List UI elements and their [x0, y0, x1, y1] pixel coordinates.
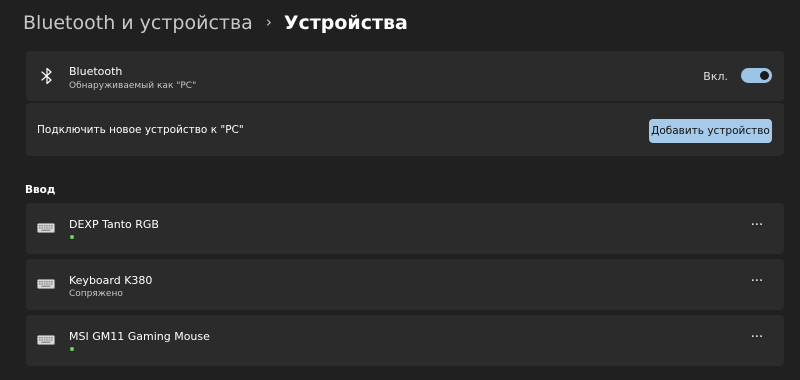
bluetooth-subtitle: Обнаруживаемый как "PC": [69, 81, 197, 91]
keyboard-icon: [37, 223, 55, 233]
device-row[interactable]: MSI GM11 Gaming Mouse ···: [26, 315, 784, 366]
more-options-button[interactable]: ···: [748, 275, 766, 292]
breadcrumb-parent-link[interactable]: Bluetooth и устройства: [23, 12, 253, 34]
add-device-text: Подключить новое устройство к "PC": [37, 124, 244, 136]
connected-status-dot: [70, 235, 74, 239]
connected-status-dot: [70, 347, 74, 351]
add-device-button[interactable]: Добавить устройство: [649, 119, 772, 143]
toggle-knob: [760, 71, 769, 80]
device-row[interactable]: DEXP Tanto RGB ···: [26, 203, 784, 254]
bluetooth-title: Bluetooth: [69, 65, 123, 78]
keyboard-icon: [37, 279, 55, 289]
page-title: Устройства: [283, 12, 408, 34]
device-name: Keyboard K380: [69, 274, 153, 287]
keyboard-icon: [37, 335, 55, 345]
device-status: Сопряжено: [69, 289, 123, 299]
device-name: MSI GM11 Gaming Mouse: [69, 330, 210, 343]
device-name: DEXP Tanto RGB: [69, 218, 159, 231]
more-options-button[interactable]: ···: [748, 331, 766, 348]
settings-page: Bluetooth и устройства › Устройства Blue…: [0, 0, 800, 380]
bluetooth-toggle-label: Вкл.: [703, 70, 728, 83]
breadcrumb-chevron-icon: ›: [265, 13, 272, 31]
add-device-card: Подключить новое устройство к "PC" Добав…: [26, 103, 784, 156]
section-title-input: Ввод: [25, 184, 56, 196]
bluetooth-card: Bluetooth Обнаруживаемый как "PC" Вкл.: [26, 51, 784, 101]
device-row[interactable]: Keyboard K380 Сопряжено ···: [26, 259, 784, 310]
more-options-button[interactable]: ···: [748, 219, 766, 236]
bluetooth-toggle[interactable]: [741, 68, 772, 83]
bluetooth-icon: [41, 67, 52, 85]
breadcrumb: Bluetooth и устройства › Устройства: [23, 9, 408, 37]
